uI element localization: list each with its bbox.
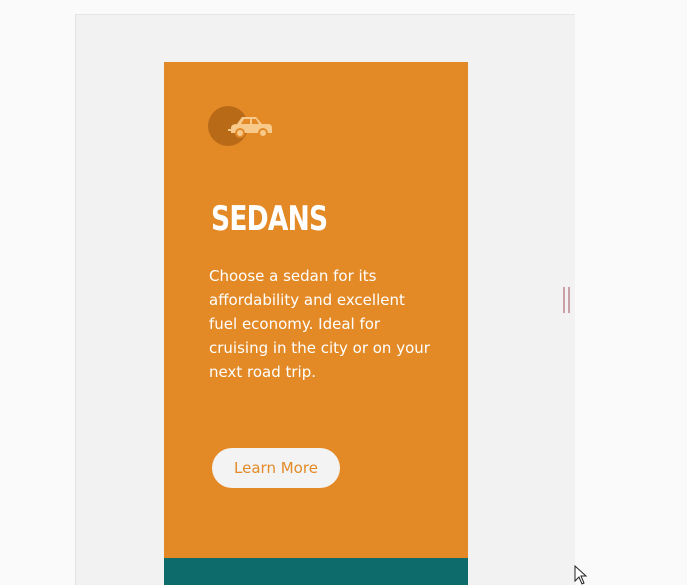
mouse-pointer-icon — [574, 565, 588, 585]
learn-more-button[interactable]: Learn More — [212, 448, 340, 488]
car-icon — [228, 117, 272, 138]
card-icon-group — [208, 106, 278, 148]
card-description: Choose a sedan for its affordability and… — [209, 267, 430, 381]
card-title: SEDANS — [211, 199, 328, 239]
next-card-band — [164, 558, 468, 585]
viewport: SEDANS Choose a sedan for its affordabil… — [0, 0, 687, 585]
resize-grip-handle[interactable] — [563, 287, 570, 313]
